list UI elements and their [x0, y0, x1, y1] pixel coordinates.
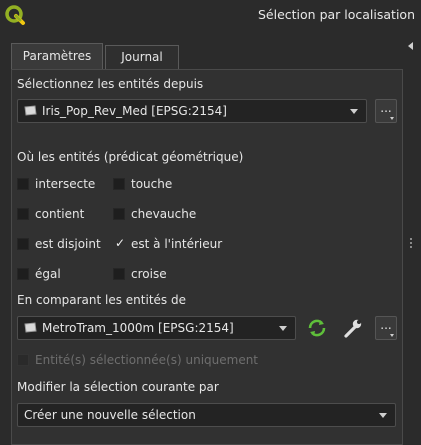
chevron-down-icon: [379, 413, 387, 418]
chevron-down-icon: [350, 109, 358, 114]
selected-only-checkbox[interactable]: Entité(s) sélectionnée(s) uniquement: [17, 352, 258, 368]
predicate-within-checkbox[interactable]: ✓ est à l'intérieur: [113, 236, 222, 252]
source-layer-value: Iris_Pop_Rev_Med [EPSG:2154]: [42, 104, 227, 118]
compare-layer-combo[interactable]: MetroTram_1000m [EPSG:2154]: [17, 316, 296, 340]
source-more-button[interactable]: ...: [375, 99, 397, 123]
qgis-logo-icon: [5, 5, 25, 25]
predicate-disjoint-checkbox[interactable]: est disjoint: [17, 236, 101, 252]
tab-parameters[interactable]: Paramètres: [11, 43, 103, 70]
predicate-label: Où les entités (prédicat géométrique): [17, 150, 244, 164]
checkbox-box[interactable]: [113, 268, 125, 280]
polygon-layer-icon: [24, 105, 37, 116]
checkmark-icon: ✓: [115, 236, 126, 250]
splitter-handle[interactable]: [410, 238, 413, 250]
predicate-contain-checkbox[interactable]: contient: [17, 206, 84, 222]
window-title: Sélection par localisation: [257, 7, 415, 22]
source-layer-label: Sélectionnez les entités depuis: [17, 77, 204, 91]
modify-selection-label: Modifier la sélection courante par: [17, 380, 219, 394]
title-bar: Sélection par localisation: [0, 0, 421, 31]
checkbox-box[interactable]: [17, 268, 29, 280]
checkbox-box[interactable]: [113, 178, 125, 190]
predicate-touch-checkbox[interactable]: touche: [113, 176, 172, 192]
dropdown-indicator-icon: [390, 117, 394, 120]
collapse-arrow-icon[interactable]: [408, 42, 413, 50]
compare-more-button[interactable]: ...: [375, 316, 397, 340]
checkbox-box[interactable]: [17, 178, 29, 190]
tab-journal[interactable]: Journal: [105, 45, 179, 70]
checkbox-box[interactable]: [17, 354, 29, 366]
compare-layer-value: MetroTram_1000m [EPSG:2154]: [42, 321, 234, 335]
source-layer-combo[interactable]: Iris_Pop_Rev_Med [EPSG:2154]: [17, 99, 367, 123]
checkbox-box[interactable]: [113, 208, 125, 220]
compare-layer-label: En comparant les entités de: [17, 293, 186, 307]
predicate-cross-checkbox[interactable]: croise: [113, 266, 167, 282]
checkbox-box[interactable]: [17, 208, 29, 220]
dropdown-indicator-icon: [390, 334, 394, 337]
predicate-overlap-checkbox[interactable]: chevauche: [113, 206, 196, 222]
chevron-down-icon: [279, 326, 287, 331]
predicate-intersect-checkbox[interactable]: intersecte: [17, 176, 95, 192]
predicate-equal-checkbox[interactable]: égal: [17, 266, 61, 282]
modify-selection-value: Créer une nouvelle sélection: [24, 408, 196, 422]
wrench-icon[interactable]: [342, 317, 364, 339]
checkbox-box[interactable]: [17, 238, 29, 250]
polygon-layer-icon: [24, 322, 37, 333]
modify-selection-combo[interactable]: Créer une nouvelle sélection: [17, 403, 396, 427]
checkbox-box[interactable]: ✓: [113, 236, 126, 250]
iterate-features-icon[interactable]: [306, 317, 328, 339]
